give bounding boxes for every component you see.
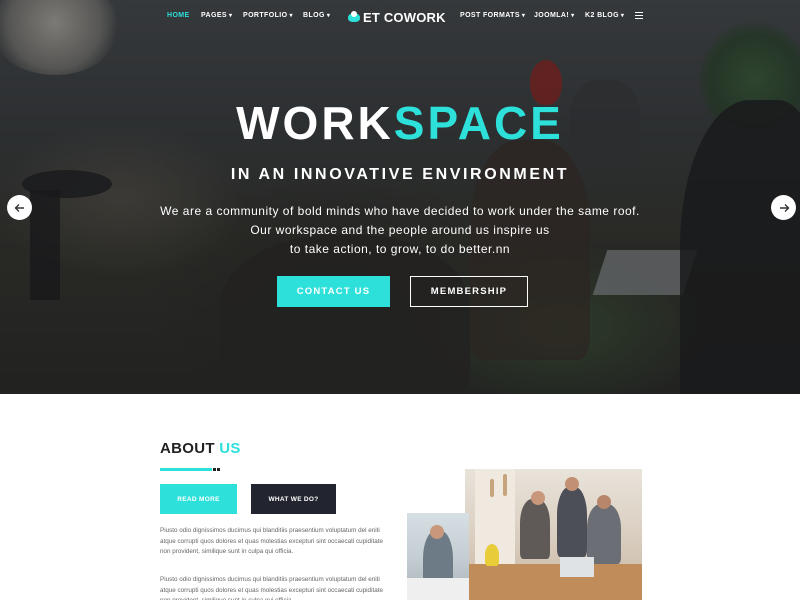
main-nav: HOME PAGES ▾ PORTFOLIO ▾ BLOG ▾ ET COWORK P…	[0, 6, 800, 28]
hero-title-accent: SPACE	[393, 97, 564, 149]
nav-item-label: HOME	[167, 12, 190, 19]
hero-desc-line: We are a community of bold minds who hav…	[160, 204, 640, 218]
membership-button[interactable]: MEMBERSHIP	[410, 276, 528, 307]
about-heading-accent: US	[219, 440, 241, 457]
slider-prev-button[interactable]	[7, 195, 32, 220]
about-paragraph: Piusto odio dignissimos ducimus qui blan…	[160, 527, 383, 555]
about-heading-part: ABOUT	[160, 440, 215, 457]
hero-slider: HOME PAGES ▾ PORTFOLIO ▾ BLOG ▾ ET COWORK P…	[0, 0, 800, 394]
chevron-down-icon: ▾	[229, 13, 233, 19]
logo-text: ET COWORK	[363, 9, 446, 25]
nav-item-post-formats[interactable]: POST FORMATS ▾	[460, 12, 525, 19]
chevron-down-icon: ▾	[521, 13, 526, 19]
nav-item-label: JOOMLA!	[534, 12, 570, 19]
heading-underline	[160, 468, 212, 471]
logo-icon	[348, 11, 360, 23]
nav-item-label: K2 BLOG	[585, 12, 619, 19]
hero-title-part: WORK	[236, 97, 394, 149]
nav-item-label: BLOG	[303, 12, 325, 19]
read-more-button[interactable]: READ MORE	[160, 484, 237, 514]
nav-item-label: PORTFOLIO	[243, 12, 288, 19]
menu-icon[interactable]	[635, 12, 643, 19]
hero-desc-line: Our workspace and the people around us i…	[250, 223, 550, 237]
chevron-down-icon: ▾	[620, 13, 625, 19]
nav-item-pages[interactable]: PAGES ▾	[201, 12, 232, 19]
nav-item-label: POST FORMATS	[460, 12, 520, 19]
arrow-left-icon	[14, 203, 24, 212]
nav-item-portfolio[interactable]: PORTFOLIO ▾	[243, 12, 293, 19]
hero-title: WORKSPACE	[0, 96, 800, 150]
contact-us-button[interactable]: CONTACT US	[277, 276, 390, 307]
nav-item-joomla[interactable]: JOOMLA! ▾	[534, 12, 575, 19]
chevron-down-icon: ▾	[571, 13, 575, 19]
nav-item-k2-blog[interactable]: K2 BLOG ▾	[585, 12, 624, 19]
about-paragraph: Piusto odio dignissimos ducimus qui blan…	[160, 576, 383, 600]
site-logo[interactable]: ET COWORK	[348, 8, 446, 26]
nav-item-home[interactable]: HOME	[167, 12, 190, 19]
chevron-down-icon: ▾	[326, 13, 331, 19]
hero-description: We are a community of bold minds who hav…	[0, 202, 800, 259]
chevron-down-icon: ▾	[289, 13, 293, 19]
arrow-right-icon	[779, 203, 789, 212]
nav-item-label: PAGES	[201, 12, 227, 19]
hero-subtitle: IN AN INNOVATIVE ENVIRONMENT	[230, 166, 570, 183]
what-we-do-button[interactable]: WHAT WE DO?	[251, 484, 336, 514]
heading-underline-dot	[213, 468, 216, 471]
hero-overlay	[0, 0, 800, 394]
team-photo	[465, 469, 642, 600]
slider-next-button[interactable]	[771, 195, 796, 220]
about-heading: ABOUT US	[160, 440, 241, 457]
hero-desc-line: to take action, to grow, to do better.nn	[289, 242, 511, 256]
heading-underline-dot	[217, 468, 220, 471]
nav-item-blog[interactable]: BLOG ▾	[303, 12, 330, 19]
office-photo	[407, 513, 469, 600]
